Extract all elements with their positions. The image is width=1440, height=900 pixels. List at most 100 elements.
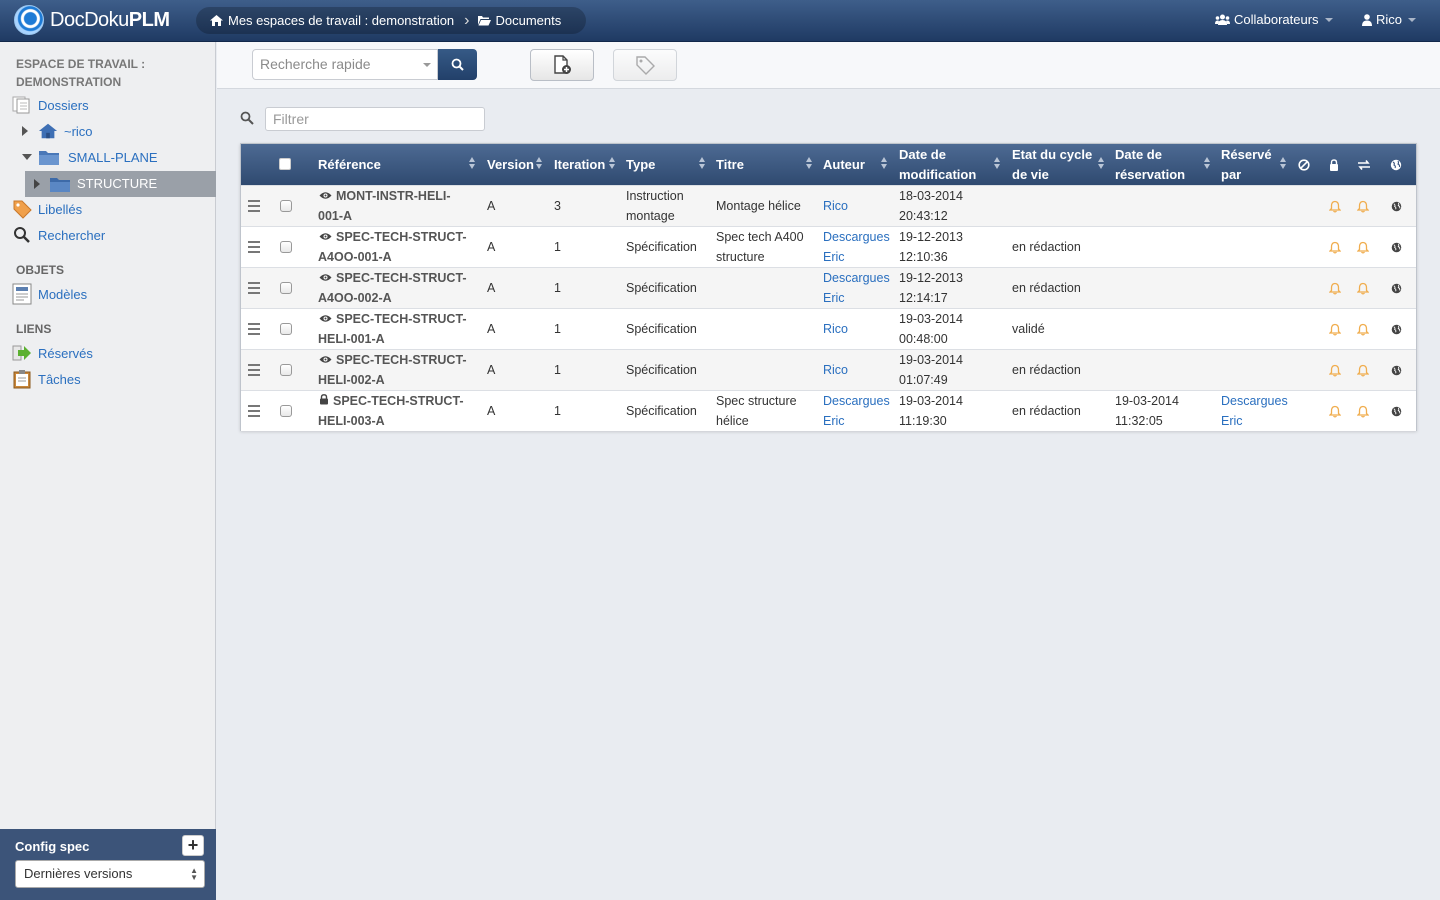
author-link[interactable]: Descargues Eric xyxy=(823,391,897,431)
row-menu-icon[interactable] xyxy=(248,241,260,256)
sidebar-item-small-plane[interactable]: SMALL-PLANE xyxy=(22,147,158,167)
config-spec-select[interactable]: Dernières versions ▲ ▼ xyxy=(15,860,205,888)
author-link[interactable]: Descargues Eric xyxy=(823,227,897,267)
tree-expand-icon[interactable] xyxy=(22,126,28,136)
reserved-by-link[interactable]: Descargues Eric xyxy=(1221,391,1295,431)
row-checkbox[interactable] xyxy=(280,282,292,294)
sort-icon[interactable] xyxy=(994,157,1001,169)
row-menu-icon[interactable] xyxy=(248,364,260,379)
sidebar-item-folders[interactable]: Dossiers xyxy=(12,95,89,115)
column-header-author[interactable]: Auteur xyxy=(823,144,865,185)
author-link[interactable]: Rico xyxy=(823,350,897,390)
sidebar-item-home-folder[interactable]: ~rico xyxy=(22,121,93,141)
sort-icon[interactable] xyxy=(881,157,888,169)
sort-icon[interactable] xyxy=(699,157,706,169)
new-document-button[interactable] xyxy=(530,49,594,81)
row-checkbox[interactable] xyxy=(280,323,292,335)
reference-cell[interactable]: MONT-INSTR-HELI- 001-A xyxy=(318,186,478,226)
table-row[interactable]: SPEC-TECH-STRUCT- A4OO-002-A A 1 Spécificati… xyxy=(241,267,1416,308)
globe-icon[interactable] xyxy=(1389,158,1403,172)
lock-icon[interactable] xyxy=(1327,158,1341,172)
search-button[interactable] xyxy=(438,49,477,80)
column-header-reference[interactable]: Référence xyxy=(318,144,478,185)
table-row[interactable]: SPEC-TECH-STRUCT- HELI-002-A A 1 Spécificati… xyxy=(241,349,1416,390)
column-header-lifecycle[interactable]: Etat du cycle de vie xyxy=(1012,144,1092,185)
globe-icon[interactable] xyxy=(1389,199,1403,213)
bell-icon[interactable] xyxy=(1356,199,1370,213)
sidebar-item-reserved[interactable]: Réservés xyxy=(12,343,93,363)
globe-icon[interactable] xyxy=(1389,404,1403,418)
reference-cell[interactable]: SPEC-TECH-STRUCT- A4OO-002-A xyxy=(318,268,478,308)
collaborators-menu[interactable]: Collaborateurs xyxy=(1215,12,1333,27)
bell-icon[interactable] xyxy=(1328,322,1342,336)
tag-button[interactable] xyxy=(613,49,677,81)
reserved-by-link[interactable] xyxy=(1221,309,1295,349)
column-header-modified[interactable]: Date de modification xyxy=(899,144,976,185)
brand[interactable]: DocDokuPLM xyxy=(14,5,170,35)
reserved-by-link[interactable] xyxy=(1221,350,1295,390)
table-row[interactable]: MONT-INSTR-HELI- 001-A A 3 Instruction montag… xyxy=(241,185,1416,226)
add-config-button[interactable]: + xyxy=(182,835,204,856)
row-checkbox[interactable] xyxy=(280,405,292,417)
table-row[interactable]: SPEC-TECH-STRUCT- A4OO-001-A A 1 Spécificati… xyxy=(241,226,1416,267)
column-header-reserved-by[interactable]: Réservé par xyxy=(1221,144,1272,185)
column-header-iteration[interactable]: Iteration xyxy=(554,144,605,185)
globe-icon[interactable] xyxy=(1389,322,1403,336)
ban-icon[interactable] xyxy=(1297,158,1311,172)
globe-icon[interactable] xyxy=(1389,363,1403,377)
sort-icon[interactable] xyxy=(1280,157,1287,169)
column-header-title[interactable]: Titre xyxy=(716,144,744,185)
bell-icon[interactable] xyxy=(1356,281,1370,295)
sort-icon[interactable] xyxy=(609,157,616,169)
bell-icon[interactable] xyxy=(1328,281,1342,295)
row-menu-icon[interactable] xyxy=(248,200,260,215)
row-menu-icon[interactable] xyxy=(248,405,260,420)
column-header-reservation-date[interactable]: Date de réservation xyxy=(1115,144,1185,185)
row-checkbox[interactable] xyxy=(280,200,292,212)
tree-expand-icon[interactable] xyxy=(34,179,40,189)
sort-icon[interactable] xyxy=(806,157,813,169)
sidebar-item-models[interactable]: Modèles xyxy=(12,283,87,305)
reference-cell[interactable]: SPEC-TECH-STRUCT- HELI-001-A xyxy=(318,309,478,349)
bell-icon[interactable] xyxy=(1328,199,1342,213)
sidebar-item-tags[interactable]: Libellés xyxy=(12,199,82,219)
column-header-version[interactable]: Version xyxy=(487,144,534,185)
table-row[interactable]: SPEC-TECH-STRUCT- HELI-003-A A 1 Spécificati… xyxy=(241,390,1416,431)
breadcrumb-workspace[interactable]: Mes espaces de travail : demonstration xyxy=(210,13,454,28)
author-link[interactable]: Rico xyxy=(823,309,897,349)
bell-icon[interactable] xyxy=(1356,322,1370,336)
sort-icon[interactable] xyxy=(536,157,543,169)
row-menu-icon[interactable] xyxy=(248,282,260,297)
row-checkbox[interactable] xyxy=(280,364,292,376)
breadcrumb-documents[interactable]: Documents xyxy=(477,13,561,28)
column-header-type[interactable]: Type xyxy=(626,144,655,185)
sort-icon[interactable] xyxy=(1098,157,1105,169)
reference-cell[interactable]: SPEC-TECH-STRUCT- HELI-003-A xyxy=(318,391,478,431)
reference-cell[interactable]: SPEC-TECH-STRUCT- HELI-002-A xyxy=(318,350,478,390)
sidebar-item-tasks[interactable]: Tâches xyxy=(12,369,81,389)
chevron-down-icon[interactable] xyxy=(423,63,431,67)
reserved-by-link[interactable] xyxy=(1221,227,1295,267)
sort-icon[interactable] xyxy=(1204,157,1211,169)
reference-cell[interactable]: SPEC-TECH-STRUCT- A4OO-001-A xyxy=(318,227,478,267)
sidebar-item-structure[interactable]: STRUCTURE xyxy=(25,171,216,197)
reserved-by-link[interactable] xyxy=(1221,268,1295,308)
globe-icon[interactable] xyxy=(1389,240,1403,254)
author-link[interactable]: Descargues Eric xyxy=(823,268,897,308)
quick-search-input[interactable]: Recherche rapide xyxy=(252,49,438,80)
user-menu[interactable]: Rico xyxy=(1362,12,1417,27)
bell-icon[interactable] xyxy=(1328,240,1342,254)
author-link[interactable]: Rico xyxy=(823,186,897,226)
bell-icon[interactable] xyxy=(1328,363,1342,377)
bell-icon[interactable] xyxy=(1356,363,1370,377)
bell-icon[interactable] xyxy=(1356,240,1370,254)
sidebar-item-search[interactable]: Rechercher xyxy=(12,225,105,245)
exchange-icon[interactable] xyxy=(1357,158,1371,172)
reserved-by-link[interactable] xyxy=(1221,186,1295,226)
table-row[interactable]: SPEC-TECH-STRUCT- HELI-001-A A 1 Spécificati… xyxy=(241,308,1416,349)
select-all-checkbox[interactable] xyxy=(279,158,291,170)
tree-collapse-icon[interactable] xyxy=(22,154,32,160)
filter-input[interactable]: Filtrer xyxy=(265,107,485,131)
row-menu-icon[interactable] xyxy=(248,323,260,338)
sort-icon[interactable] xyxy=(469,157,476,169)
